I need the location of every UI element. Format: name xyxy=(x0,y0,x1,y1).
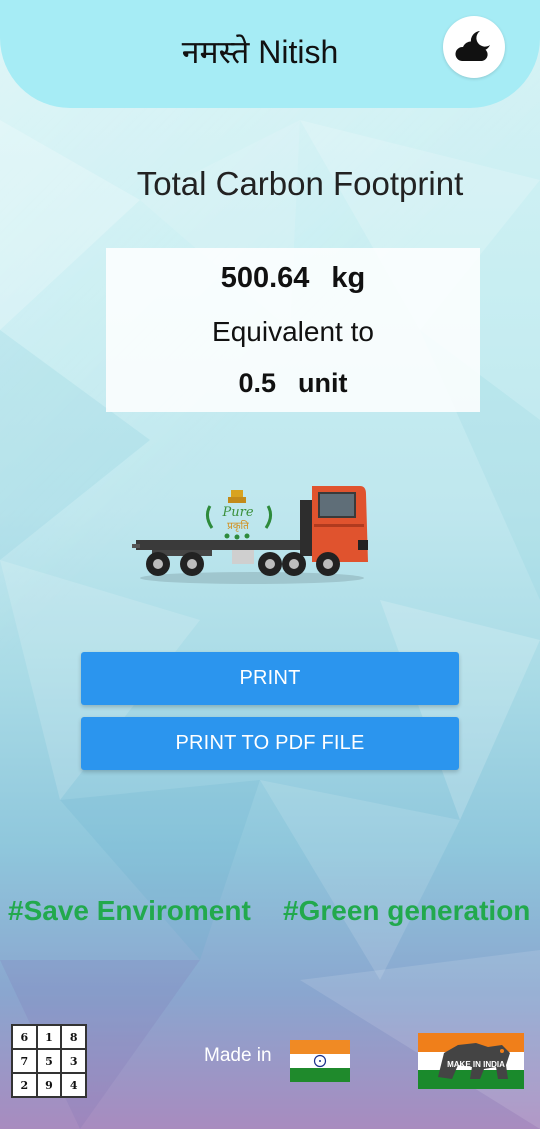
equivalent-label: Equivalent to xyxy=(212,316,374,347)
grid-cell: 4 xyxy=(61,1073,86,1097)
hashtag-green-generation: #Green generation xyxy=(283,895,531,926)
result-card: 500.64 kg Equivalent to 0.5 unit xyxy=(106,248,480,412)
pure-prakriti-logo: Pure प्रकृति xyxy=(205,490,273,540)
made-in-label: Made in xyxy=(204,1045,272,1066)
greeting-text: नमस्ते Nitish xyxy=(181,34,339,70)
theme-toggle-button[interactable] xyxy=(443,16,505,78)
grid-cell: 5 xyxy=(36,1049,62,1073)
footprint-amount-line: 500.64 kg xyxy=(106,262,480,295)
cloud-moon-icon xyxy=(455,31,490,61)
print-pdf-button[interactable]: PRINT TO PDF FILE xyxy=(81,717,459,770)
print-button[interactable]: PRINT xyxy=(81,652,459,705)
logo-text-hindi: प्रकृति xyxy=(227,520,249,532)
grid-cell: 8 xyxy=(61,1025,86,1049)
grid-cell: 3 xyxy=(61,1049,86,1073)
grid-cell: 6 xyxy=(12,1025,37,1049)
grid-cell: 7 xyxy=(12,1049,37,1073)
equivalent-value: 0.5 xyxy=(238,368,277,398)
equivalent-unit: unit xyxy=(298,368,348,398)
make-in-india-text: MAKE IN INDIA xyxy=(447,1060,505,1069)
equivalent-line: 0.5 unit xyxy=(106,368,480,399)
hashtag-save-environment: #Save Enviroment xyxy=(8,895,251,926)
truck-illustration: Pure प्रकृति xyxy=(132,486,368,584)
footprint-value: 500.64 xyxy=(220,262,310,294)
grid-cell: 2 xyxy=(12,1073,37,1097)
footprint-unit: kg xyxy=(331,262,366,294)
logo-text: Pure xyxy=(221,505,253,520)
grid-cell: 9 xyxy=(36,1073,62,1097)
india-flag xyxy=(290,1040,350,1082)
page-title: Total Carbon Footprint xyxy=(136,165,464,202)
number-grid-logo: 6 1 8 7 5 3 2 9 4 xyxy=(11,1024,87,1098)
make-in-india-logo: MAKE IN INDIA xyxy=(418,1033,524,1089)
grid-cell: 1 xyxy=(36,1025,62,1049)
